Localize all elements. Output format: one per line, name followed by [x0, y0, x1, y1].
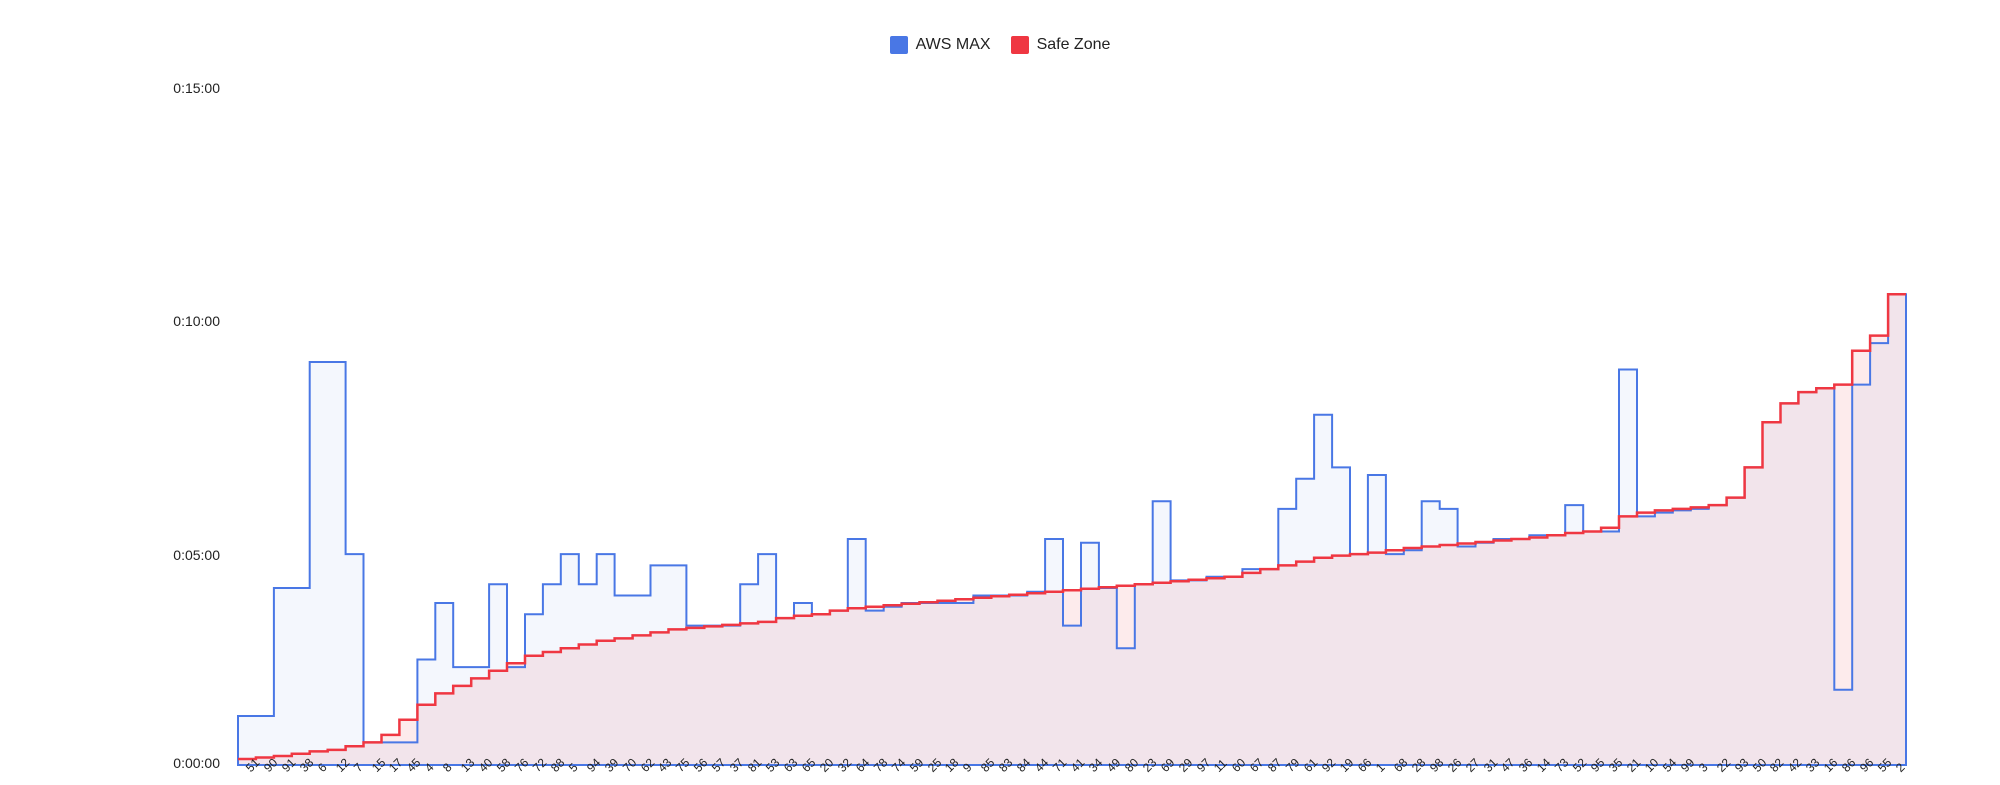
plot-svg — [238, 85, 1906, 765]
x-tick: 8 — [440, 760, 455, 775]
chart-container: AWS MAX Safe Zone 0:15:00 0:10:00 0:05:0… — [0, 0, 2000, 785]
x-tick: 6 — [315, 760, 330, 775]
x-tick: 2 — [1893, 760, 1908, 775]
x-tick: 3 — [1696, 760, 1711, 775]
legend-item-aws-max: AWS MAX — [890, 36, 991, 54]
y-tick-15: 0:15:00 — [173, 80, 220, 96]
x-tick: 4 — [422, 760, 437, 775]
legend: AWS MAX Safe Zone — [0, 36, 2000, 54]
x-axis: 5190913861271517454813405876728859439706… — [238, 763, 1906, 785]
x-tick: 9 — [960, 760, 975, 775]
plot-area — [238, 85, 1906, 765]
y-tick-00: 0:00:00 — [173, 755, 220, 771]
y-axis: 0:15:00 0:10:00 0:05:00 0:00:00 — [0, 0, 230, 785]
y-tick-05: 0:05:00 — [173, 547, 220, 563]
legend-label-aws: AWS MAX — [916, 36, 991, 54]
legend-swatch-aws — [890, 36, 908, 54]
x-tick: 5 — [566, 760, 581, 775]
legend-swatch-safe — [1011, 36, 1029, 54]
x-tick: 7 — [351, 760, 366, 775]
x-tick: 1 — [1373, 760, 1388, 775]
y-tick-10: 0:10:00 — [173, 313, 220, 329]
legend-label-safe: Safe Zone — [1037, 36, 1111, 54]
aws-max-line — [238, 294, 1906, 765]
legend-item-safe-zone: Safe Zone — [1011, 36, 1111, 54]
